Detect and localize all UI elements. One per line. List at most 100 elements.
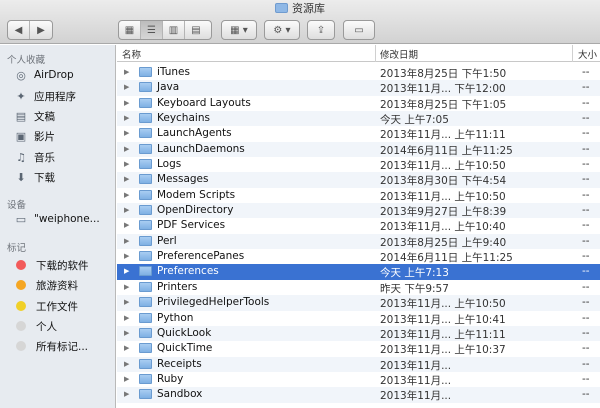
coverflow-view-button[interactable]: ▤: [185, 21, 207, 39]
table-row[interactable]: ▶ Keyboard Layouts 2013年8月25日 下午1:05 --: [117, 96, 600, 111]
modified-date: 2013年11月... 上午10:37: [380, 344, 506, 357]
file-size: --: [582, 112, 590, 125]
column-view-button[interactable]: ▥: [163, 21, 185, 39]
forward-button[interactable]: ▶: [30, 21, 52, 39]
file-name: PDF Services: [157, 219, 226, 232]
arrange-button[interactable]: ▦ ▾: [221, 20, 257, 40]
share-icon: ⇪: [316, 24, 326, 36]
file-name: Preferences: [157, 265, 219, 278]
disclosure-triangle-icon[interactable]: ▶: [124, 375, 129, 383]
disclosure-triangle-icon[interactable]: ▶: [124, 329, 129, 337]
table-row[interactable]: ▶ Modem Scripts 2013年11月... 上午10:50 --: [117, 188, 600, 203]
disclosure-triangle-icon[interactable]: ▶: [124, 298, 129, 306]
table-row[interactable]: ▶ Java 2013年11月... 下午12:00 --: [117, 80, 600, 96]
file-name: Sandbox: [157, 388, 203, 401]
disclosure-triangle-icon[interactable]: ▶: [124, 252, 129, 260]
table-row[interactable]: ▶ Receipts 2013年11月... --: [117, 356, 600, 372]
column-header-size[interactable]: 大小: [578, 47, 597, 61]
computer-icon: ▭: [15, 212, 27, 226]
disclosure-triangle-icon[interactable]: ▶: [124, 99, 129, 107]
table-row[interactable]: ▶ iTunes 2013年8月25日 下午1:50 --: [117, 65, 600, 80]
file-size: --: [582, 158, 590, 171]
back-button[interactable]: ◀: [8, 21, 30, 39]
file-name: PrivilegedHelperTools: [157, 296, 270, 309]
sidebar-item-documents[interactable]: ▤ 文稿: [14, 107, 55, 125]
disclosure-triangle-icon[interactable]: ▶: [124, 68, 129, 76]
sidebar-item-music[interactable]: ♫ 音乐: [14, 148, 55, 166]
icon-view-button[interactable]: ▦: [119, 21, 141, 39]
disclosure-triangle-icon[interactable]: ▶: [124, 206, 129, 214]
disclosure-triangle-icon[interactable]: ▶: [124, 283, 129, 291]
column-divider[interactable]: [572, 45, 573, 62]
action-button[interactable]: ⚙ ▾: [264, 20, 300, 40]
column-header-date[interactable]: 修改日期: [380, 47, 418, 61]
file-name: Modem Scripts: [157, 188, 236, 201]
table-row[interactable]: ▶ PreferencePanes 2014年6月11日 上午11:25 --: [117, 249, 600, 264]
share-button[interactable]: ⇪: [307, 20, 335, 40]
tag-icon: ▭: [354, 24, 364, 36]
file-name: iTunes: [157, 66, 190, 78]
sidebar-tag-travel[interactable]: 旅游资料: [14, 276, 78, 294]
table-row[interactable]: ▶ Keychains 今天 上午7:05 --: [117, 111, 600, 127]
disclosure-triangle-icon[interactable]: ▶: [124, 191, 129, 199]
tag-button[interactable]: ▭: [343, 20, 375, 40]
disclosure-triangle-icon[interactable]: ▶: [124, 175, 129, 183]
sidebar-item-label: 应用程序: [34, 90, 76, 103]
table-row[interactable]: ▶ Messages 2013年8月30日 下午4:54 --: [117, 172, 600, 188]
table-row[interactable]: ▶ QuickLook 2013年11月... 上午11:11 --: [117, 325, 600, 342]
sidebar-tag-personal[interactable]: 个人: [14, 317, 57, 335]
table-row[interactable]: ▶ QuickTime 2013年11月... 上午10:37 --: [117, 341, 600, 356]
disclosure-triangle-icon[interactable]: ▶: [124, 390, 129, 398]
sidebar-tag-all[interactable]: 所有标记...: [14, 337, 88, 355]
disclosure-triangle-icon[interactable]: ▶: [124, 160, 129, 168]
modified-date: 2013年8月25日 下午1:50: [380, 68, 507, 80]
icon-view-icon: ▦: [124, 24, 135, 36]
table-row[interactable]: ▶ Python 2013年11月... 上午10:41 --: [117, 311, 600, 326]
disclosure-triangle-icon[interactable]: ▶: [124, 314, 129, 322]
table-row[interactable]: ▶ Logs 2013年11月... 上午10:50 --: [117, 157, 600, 172]
disclosure-triangle-icon[interactable]: ▶: [124, 344, 129, 352]
sidebar-item-label: AirDrop: [34, 69, 74, 81]
disclosure-triangle-icon[interactable]: ▶: [124, 129, 129, 137]
sidebar-item-airdrop[interactable]: ◎ AirDrop: [14, 66, 74, 84]
modified-date: 2013年11月... 上午11:11: [380, 129, 506, 142]
table-row[interactable]: ▶ LaunchDaemons 2014年6月11日 上午11:25 --: [117, 141, 600, 158]
disclosure-triangle-icon[interactable]: ▶: [124, 360, 129, 368]
list-view-button[interactable]: ☰: [141, 21, 163, 39]
table-row[interactable]: ▶ LaunchAgents 2013年11月... 上午11:11 --: [117, 126, 600, 141]
file-size: --: [582, 372, 590, 385]
folder-icon: [139, 67, 152, 77]
table-row[interactable]: ▶ OpenDirectory 2013年9月27日 上午8:39 --: [117, 203, 600, 219]
disclosure-triangle-icon[interactable]: ▶: [124, 83, 129, 91]
tags-header: 标记: [7, 243, 27, 254]
column-divider[interactable]: [375, 45, 376, 62]
modified-date: 2013年8月25日 下午1:05: [380, 98, 507, 111]
window-title: 资源库: [0, 2, 600, 16]
table-row[interactable]: ▶ PrivilegedHelperTools 2013年11月... 上午10:5…: [117, 295, 600, 311]
sidebar-item-movies[interactable]: ▣ 影片: [14, 127, 55, 145]
column-header-name[interactable]: 名称: [122, 47, 141, 61]
table-row[interactable]: ▶ Perl 2013年8月25日 上午9:40 --: [117, 233, 600, 250]
folder-icon: [139, 205, 152, 216]
file-size: --: [582, 357, 590, 370]
disclosure-triangle-icon[interactable]: ▶: [124, 145, 129, 153]
view-mode-switcher: ▦ ☰ ▥ ▤: [118, 20, 212, 40]
sidebar-item-computer[interactable]: ▭ "weiphone...: [14, 210, 100, 228]
modified-date: 2014年6月11日 上午11:25: [380, 144, 513, 157]
table-row[interactable]: ▶ PDF Services 2013年11月... 上午10:40 --: [117, 218, 600, 233]
file-name: OpenDirectory: [157, 204, 234, 217]
disclosure-triangle-icon[interactable]: ▶: [124, 237, 129, 245]
sidebar-item-downloads[interactable]: ⬇ 下载: [14, 168, 55, 186]
table-row[interactable]: ▶ Ruby 2013年11月... --: [117, 372, 600, 387]
sidebar-item-applications[interactable]: ✦ 应用程序: [14, 87, 76, 105]
disclosure-triangle-icon[interactable]: ▶: [124, 267, 129, 275]
disclosure-triangle-icon[interactable]: ▶: [124, 114, 129, 122]
table-row[interactable]: ▶ Preferences 今天 上午7:13 --: [117, 264, 600, 280]
sidebar-tag-downloaded-software[interactable]: 下载的软件: [14, 256, 89, 274]
table-row[interactable]: ▶ Printers 昨天 下午9:57 --: [117, 280, 600, 295]
table-row[interactable]: ▶ Sandbox 2013年11月... --: [117, 387, 600, 403]
disclosure-triangle-icon[interactable]: ▶: [124, 221, 129, 229]
modified-date: 2013年11月...: [380, 359, 452, 372]
sidebar-tag-work[interactable]: 工作文件: [14, 297, 78, 315]
window-title-text: 资源库: [292, 2, 325, 15]
